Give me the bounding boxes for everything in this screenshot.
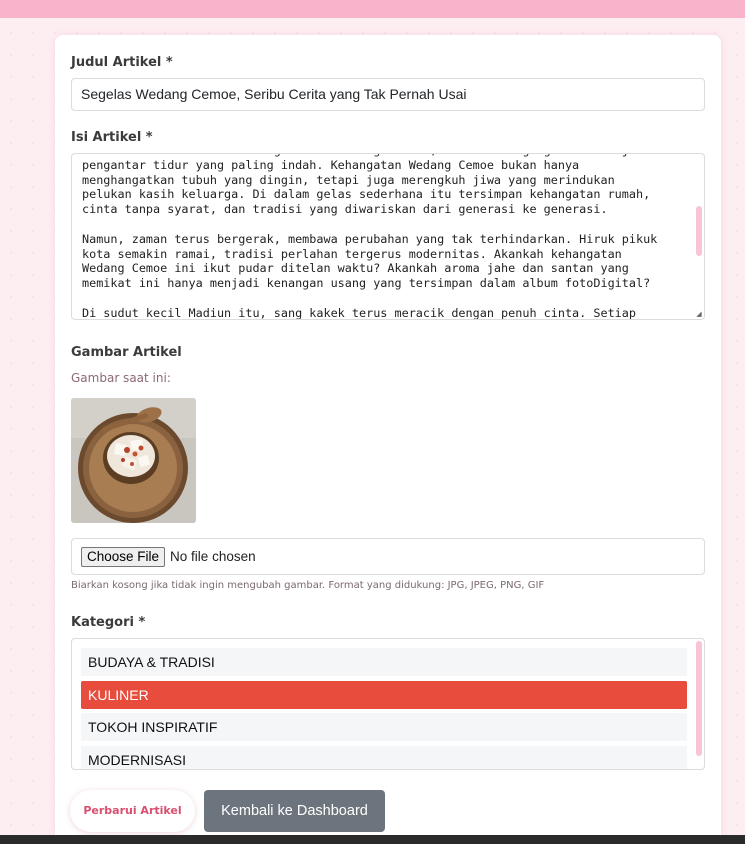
title-input[interactable]: Segelas Wedang Cemoe, Seribu Cerita yang…	[71, 78, 705, 111]
bottom-bar	[0, 835, 745, 844]
wedang-cemoe-photo	[71, 398, 196, 523]
top-header-bar	[0, 0, 745, 18]
resize-grip-icon[interactable]: ◢	[695, 310, 703, 318]
content-label: Isi Artikel *	[71, 130, 153, 145]
image-label: Gambar Artikel	[71, 345, 182, 360]
file-status-text: No file chosen	[170, 549, 256, 564]
back-to-dashboard-button[interactable]: Kembali ke Dashboard	[204, 790, 385, 832]
title-label: Judul Artikel *	[71, 55, 173, 70]
content-textarea[interactable]: malam-malam bertabur bintang di bawah la…	[71, 153, 705, 320]
category-select[interactable]: BUDAYA & TRADISI KULINER TOKOH INSPIRATI…	[71, 638, 705, 770]
category-option-tokoh[interactable]: TOKOH INSPIRATIF	[81, 713, 687, 741]
article-thumbnail	[71, 398, 196, 523]
choose-file-button[interactable]: Choose File	[81, 546, 166, 567]
category-option-modernisasi[interactable]: MODERNISASI	[81, 746, 687, 769]
edit-article-form: Judul Artikel * Segelas Wedang Cemoe, Se…	[55, 35, 721, 844]
image-file-input[interactable]: Choose File No file chosen	[71, 538, 705, 575]
content-text: malam-malam bertabur bintang di bawah la…	[82, 154, 658, 320]
category-option-kuliner[interactable]: KULINER	[81, 681, 687, 709]
textarea-scroll-thumb[interactable]	[696, 206, 702, 256]
category-scrollbar[interactable]	[696, 641, 702, 756]
update-article-button[interactable]: Perbarui Artikel	[70, 790, 195, 832]
category-label: Kategori *	[71, 615, 146, 630]
current-image-label: Gambar saat ini:	[71, 371, 171, 385]
image-help-text: Biarkan kosong jika tidak ingin mengubah…	[71, 580, 545, 591]
category-option-budaya[interactable]: BUDAYA & TRADISI	[81, 648, 687, 676]
